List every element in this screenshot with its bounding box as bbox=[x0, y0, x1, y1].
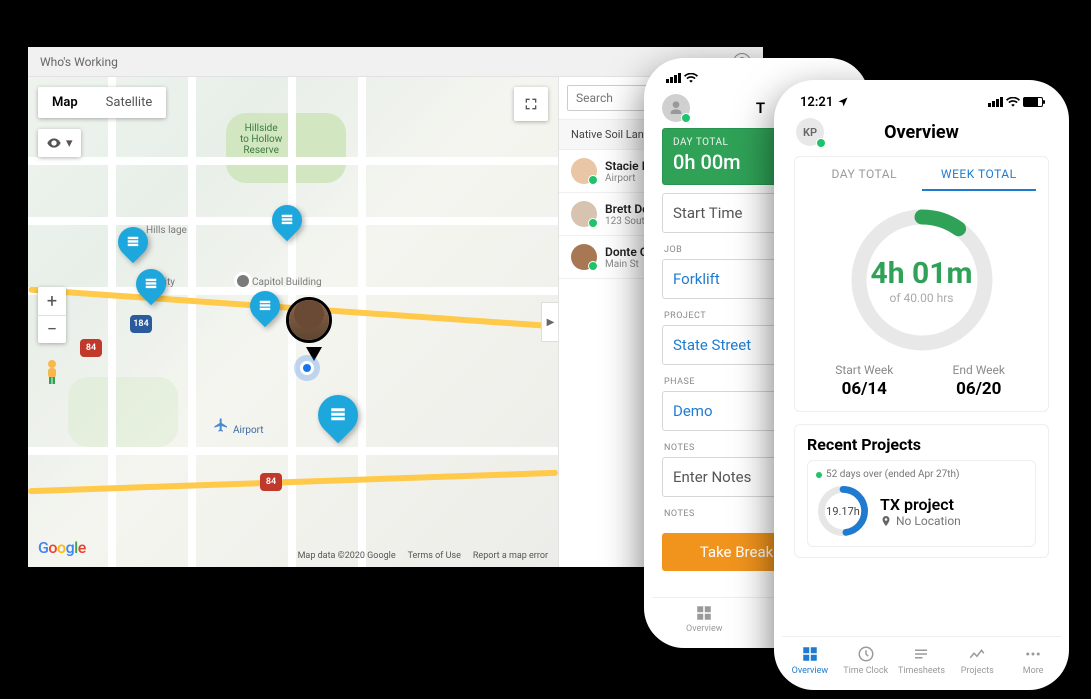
report-map-error-link[interactable]: Report a map error bbox=[473, 551, 548, 561]
worker-avatar-pin[interactable] bbox=[286, 297, 342, 353]
phone-overview: 12:21 KP Overview DAY TOTAL WEEK TOTAL 4… bbox=[774, 80, 1069, 690]
avatar bbox=[571, 201, 597, 227]
airport-plane-icon bbox=[213, 417, 229, 433]
location-pin-icon bbox=[880, 515, 892, 527]
chevron-down-icon: ▾ bbox=[66, 136, 73, 151]
hwy-shield-84a: 84 bbox=[80, 339, 102, 357]
terms-link[interactable]: Terms of Use bbox=[408, 551, 461, 561]
week-hours-sub: of 40.00 hrs bbox=[890, 291, 954, 305]
project-hours: 19.17h bbox=[816, 484, 870, 538]
screen-title: Overview bbox=[824, 122, 1047, 143]
location-arrow-icon bbox=[837, 96, 849, 108]
nav-timesheets[interactable]: Timesheets bbox=[894, 645, 950, 676]
map-credits: Map data ©2020 Google Terms of Use Repor… bbox=[298, 551, 548, 561]
capitol-marker-icon bbox=[234, 272, 252, 290]
avatar[interactable] bbox=[662, 94, 690, 122]
start-week-label: Start Week bbox=[807, 363, 922, 377]
avatar bbox=[571, 244, 597, 270]
avatar bbox=[571, 158, 597, 184]
end-week-value: 06/20 bbox=[922, 379, 1037, 399]
layer-visibility-dropdown[interactable]: ▾ bbox=[38, 129, 81, 157]
nav-overview[interactable]: Overview bbox=[652, 604, 757, 634]
recent-projects-card: Recent Projects 52 days over (ended Apr … bbox=[794, 424, 1049, 558]
status-bar: 12:21 bbox=[782, 88, 1061, 112]
hwy-shield-184: 184 bbox=[130, 315, 152, 333]
map-label-hillside: Hillside to Hollow Reserve bbox=[240, 123, 282, 156]
start-week-value: 06/14 bbox=[807, 379, 922, 399]
google-logo: Google bbox=[38, 538, 86, 557]
zoom-in-button[interactable]: + bbox=[38, 287, 66, 315]
project-overline: 52 days over (ended Apr 27th) bbox=[816, 469, 1027, 480]
zoom-controls: + − bbox=[38, 287, 66, 343]
recent-projects-heading: Recent Projects bbox=[807, 435, 1036, 454]
project-location: No Location bbox=[896, 514, 961, 528]
battery-icon bbox=[1023, 97, 1043, 107]
wifi-icon bbox=[684, 73, 698, 83]
tab-week-total[interactable]: WEEK TOTAL bbox=[922, 167, 1037, 191]
project-item[interactable]: 52 days over (ended Apr 27th) 19.17h TX … bbox=[807, 460, 1036, 547]
end-week-label: End Week bbox=[922, 363, 1037, 377]
collapse-list-button[interactable]: ▶ bbox=[541, 302, 558, 342]
hwy-shield-84b: 84 bbox=[260, 473, 282, 491]
map-type-map[interactable]: Map bbox=[38, 87, 92, 118]
signal-icon bbox=[988, 97, 1003, 107]
week-hours-value: 4h 01m bbox=[871, 256, 973, 291]
week-total-card: DAY TOTAL WEEK TOTAL 4h 01m of 40.00 hrs… bbox=[794, 156, 1049, 412]
fullscreen-button[interactable] bbox=[514, 87, 548, 121]
map-field bbox=[68, 377, 178, 447]
tab-day-total[interactable]: DAY TOTAL bbox=[807, 167, 922, 191]
map-pin[interactable] bbox=[266, 199, 308, 241]
panel-title: Who's Working bbox=[40, 55, 733, 69]
nav-overview[interactable]: Overview bbox=[782, 645, 838, 676]
map-label-airport: Airport bbox=[233, 425, 264, 436]
wifi-icon bbox=[1006, 97, 1020, 107]
zoom-out-button[interactable]: − bbox=[38, 315, 66, 343]
map-label-capitol: Capitol Building bbox=[252, 277, 322, 288]
nav-time-clock[interactable]: Time Clock bbox=[838, 645, 894, 676]
map-type-satellite[interactable]: Satellite bbox=[92, 87, 167, 118]
nav-projects[interactable]: Projects bbox=[949, 645, 1005, 676]
pegman-icon[interactable] bbox=[38, 357, 66, 387]
map-type-toggle[interactable]: Map Satellite bbox=[38, 87, 166, 118]
project-progress-ring: 19.17h bbox=[816, 484, 870, 538]
nav-more[interactable]: More bbox=[1005, 645, 1061, 676]
signal-icon bbox=[666, 73, 681, 83]
bottom-nav: Overview Time Clock Timesheets Projects … bbox=[782, 636, 1061, 676]
progress-ring: 4h 01m of 40.00 hrs bbox=[847, 205, 997, 355]
avatar[interactable]: KP bbox=[796, 118, 824, 146]
project-name: TX project bbox=[880, 495, 961, 514]
map[interactable]: Hillside to Hollow Reserve Hills lage Ci… bbox=[28, 77, 558, 567]
map-data-credit: Map data ©2020 Google bbox=[298, 551, 396, 561]
status-time: 12:21 bbox=[800, 95, 833, 110]
map-label-hills: Hills lage bbox=[146, 225, 187, 236]
current-location-dot bbox=[300, 361, 314, 375]
